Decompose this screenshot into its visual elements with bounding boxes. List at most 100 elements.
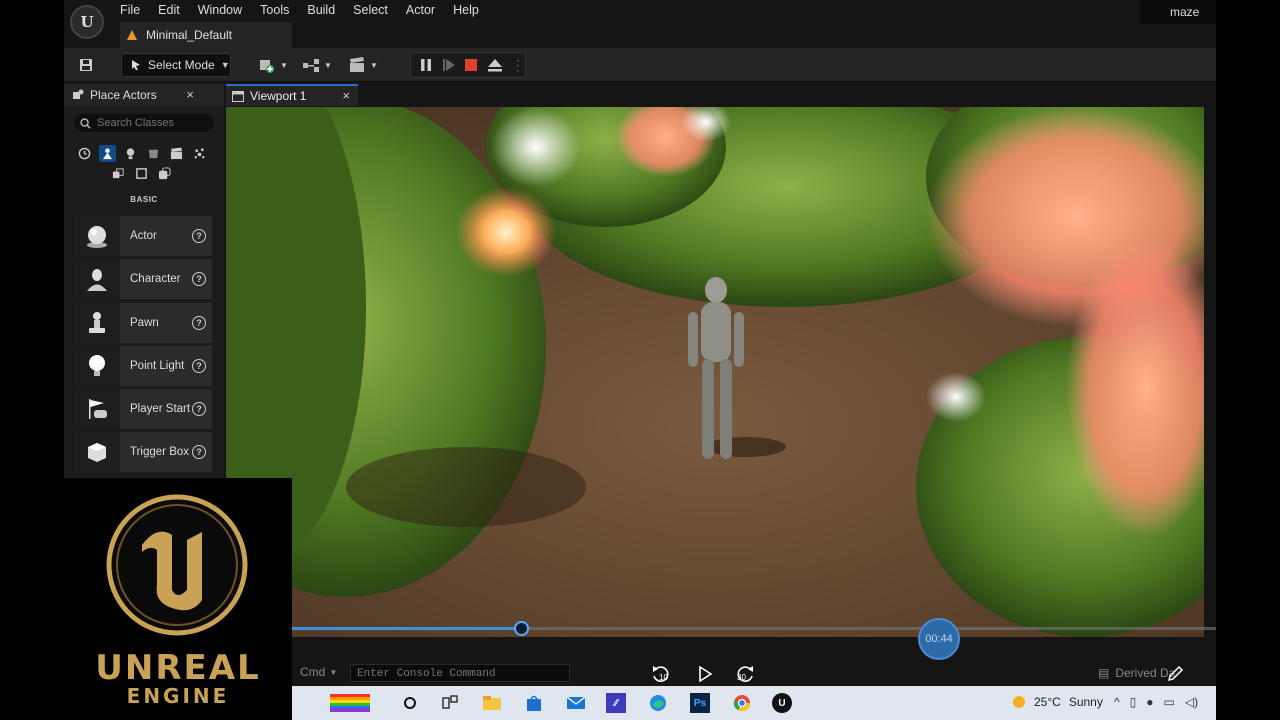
rewind-10-button[interactable]: 10 xyxy=(650,664,672,684)
menu-help[interactable]: Help xyxy=(453,3,489,17)
eject-icon xyxy=(487,59,502,72)
microphone-icon[interactable]: ● xyxy=(1146,695,1153,709)
save-icon[interactable] xyxy=(78,57,94,73)
blueprint-button[interactable]: ▼ xyxy=(302,54,332,76)
viewport-tab[interactable]: Viewport 1 × xyxy=(226,84,358,106)
actor-item-trigger-box[interactable]: Trigger Box ? xyxy=(74,432,212,473)
play-controls: ⋮ xyxy=(410,52,526,78)
stop-icon xyxy=(465,59,478,71)
windows-taskbar: ∕∕ Ps U 25°C Sunny ^ ▯ ● ▭ ◁) xyxy=(292,686,1216,720)
cinematic-category-icon[interactable] xyxy=(168,145,185,162)
cmd-dropdown[interactable]: Cmd ▼ xyxy=(300,665,337,679)
eject-button[interactable] xyxy=(487,57,503,73)
search-classes[interactable] xyxy=(74,114,214,132)
stop-button[interactable] xyxy=(464,57,479,73)
forward-30-button[interactable]: 30 xyxy=(734,664,756,684)
game-scene xyxy=(226,107,1204,637)
actor-item-label: Actor xyxy=(130,230,157,242)
app-icon[interactable]: ∕∕ xyxy=(606,693,626,713)
video-time-bubble: 00:44 xyxy=(918,618,960,660)
menu-edit[interactable]: Edit xyxy=(158,3,190,17)
shapes-category-icon[interactable] xyxy=(145,145,162,162)
level-viewport[interactable] xyxy=(226,107,1204,637)
photoshop-icon[interactable]: Ps xyxy=(690,693,710,713)
place-actors-tab[interactable]: Place Actors × xyxy=(64,84,224,106)
edge-browser-icon[interactable] xyxy=(648,693,668,713)
add-actor-button[interactable]: ▼ xyxy=(258,54,288,76)
place-actors-tab-label: Place Actors xyxy=(90,88,157,102)
category-row-2 xyxy=(110,165,173,182)
volumes-category-icon[interactable] xyxy=(133,165,150,182)
close-icon[interactable]: × xyxy=(342,88,350,103)
menu-window[interactable]: Window xyxy=(198,3,252,17)
select-mode-label: Select Mode xyxy=(148,58,215,72)
clapperboard-icon xyxy=(350,57,364,72)
help-icon[interactable]: ? xyxy=(192,229,206,243)
actor-item-label: Player Start xyxy=(130,403,191,416)
frame-skip-button[interactable] xyxy=(442,57,457,73)
play-button[interactable] xyxy=(694,664,716,684)
sphere-icon xyxy=(74,216,120,256)
actor-item-character[interactable]: Character ? xyxy=(74,259,212,300)
file-explorer-icon[interactable] xyxy=(482,693,502,713)
menu-bar: U File Edit Window Tools Build Select Ac… xyxy=(64,0,1216,48)
network-icon[interactable]: ▭ xyxy=(1164,695,1175,709)
sun-icon xyxy=(1013,696,1025,708)
pride-flag-icon xyxy=(330,693,370,713)
help-icon[interactable]: ? xyxy=(192,445,206,460)
chevron-down-icon: ▼ xyxy=(329,667,338,677)
menu-build[interactable]: Build xyxy=(307,3,345,17)
recent-icon[interactable] xyxy=(76,145,93,162)
select-mode-dropdown[interactable]: Select Mode ▼ xyxy=(121,53,231,77)
all-classes-category-icon[interactable] xyxy=(156,165,173,182)
menu-tools[interactable]: Tools xyxy=(260,3,299,17)
store-icon[interactable] xyxy=(524,693,544,713)
unreal-taskbar-icon[interactable]: U xyxy=(772,693,792,713)
lights-category-icon[interactable] xyxy=(122,145,139,162)
video-progress-bar[interactable] xyxy=(292,621,1216,636)
actor-item-point-light[interactable]: Point Light ? xyxy=(74,345,212,386)
forward-icon: 30 xyxy=(737,666,753,682)
help-icon[interactable]: ? xyxy=(192,272,206,287)
menu-select[interactable]: Select xyxy=(353,3,398,17)
console-input[interactable] xyxy=(351,668,561,680)
tablet-icon[interactable]: ▯ xyxy=(1130,695,1137,709)
pause-button[interactable] xyxy=(419,57,434,73)
search-input[interactable] xyxy=(97,117,207,129)
close-icon[interactable]: × xyxy=(186,87,194,102)
level-icon xyxy=(127,30,137,40)
more-options-icon[interactable]: ⋮ xyxy=(511,57,526,73)
main-toolbar: Select Mode ▼ ▼ ▼ ▼ ⋮ xyxy=(64,48,1216,82)
unreal-emblem-icon xyxy=(106,494,248,636)
task-view-icon[interactable] xyxy=(440,693,460,713)
help-icon[interactable]: ? xyxy=(192,402,206,417)
player-start-icon xyxy=(74,389,120,430)
level-tab[interactable]: Minimal_Default xyxy=(120,22,292,48)
help-icon[interactable]: ? xyxy=(192,315,206,330)
visual-effects-category-icon[interactable] xyxy=(191,145,208,162)
right-letterbox xyxy=(1216,0,1280,720)
weather-widget[interactable]: 25°C Sunny xyxy=(1012,695,1103,709)
chrome-browser-icon[interactable] xyxy=(732,693,752,713)
pawn-icon xyxy=(74,302,120,343)
menu-file[interactable]: File xyxy=(120,3,150,17)
lightbulb-icon xyxy=(74,345,120,386)
actor-item-label: Pawn xyxy=(130,316,159,329)
help-icon[interactable]: ? xyxy=(192,358,206,373)
search-taskbar-icon[interactable] xyxy=(400,693,420,713)
volume-icon[interactable]: ◁) xyxy=(1185,695,1198,709)
actor-item-pawn[interactable]: Pawn ? xyxy=(74,302,212,343)
console-command-field[interactable] xyxy=(350,664,570,682)
cinematics-button[interactable]: ▼ xyxy=(348,54,378,76)
basic-category-icon[interactable] xyxy=(99,145,116,162)
mail-icon[interactable] xyxy=(566,693,586,713)
unreal-logo-icon[interactable]: U xyxy=(70,5,104,39)
actor-item-player-start[interactable]: Player Start ? xyxy=(74,389,212,430)
actor-item-actor[interactable]: Actor ? xyxy=(74,216,212,256)
geometry-category-icon[interactable] xyxy=(110,165,127,182)
search-icon xyxy=(80,117,91,129)
menu-actor[interactable]: Actor xyxy=(406,3,445,17)
chevron-up-icon[interactable]: ^ xyxy=(1114,695,1120,709)
pen-annotation-button[interactable] xyxy=(1164,664,1186,684)
video-progress-handle[interactable] xyxy=(514,621,529,636)
